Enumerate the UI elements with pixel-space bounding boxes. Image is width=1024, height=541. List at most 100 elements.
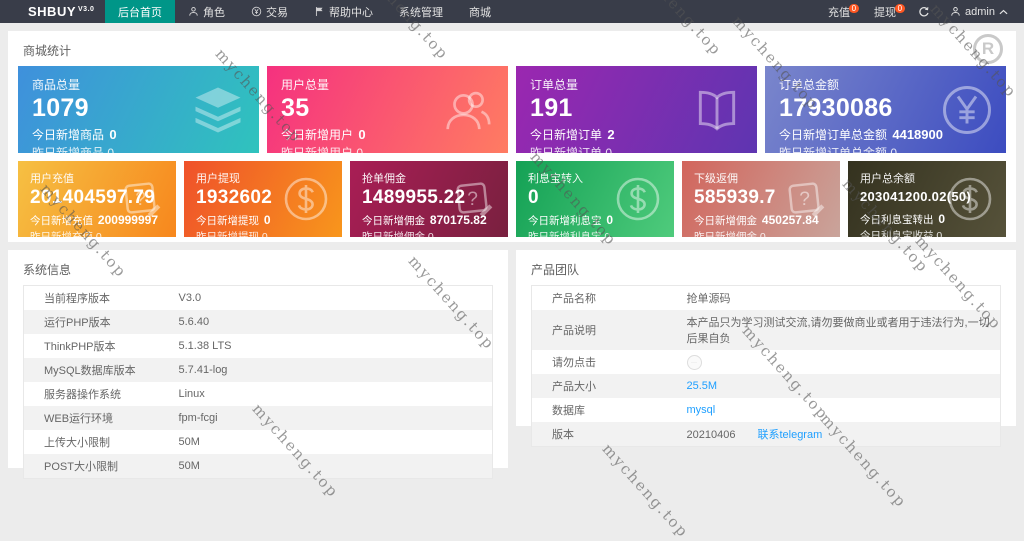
brand-logo[interactable]: SHBUY V3.0 xyxy=(0,0,105,23)
nav-label: 交易 xyxy=(266,6,288,19)
table-row: 请勿点击 ··· xyxy=(532,350,1001,374)
row-value: 50M xyxy=(178,436,200,448)
refresh-button[interactable] xyxy=(908,6,940,18)
row-label: 服务器操作系统 xyxy=(44,389,121,401)
product-team-panel: 产品团队 产品名称 抢单源码 产品说明 本产品只为学习测试交流,请勿要做商业或者用于… xyxy=(516,250,1016,447)
navbar-right: 充值 0 提现 0 admin xyxy=(816,0,1024,23)
row-value: fpm-fcgi xyxy=(178,412,218,424)
do-not-click-badge[interactable]: ··· xyxy=(686,354,702,370)
stat-line-yesterday: 昨日新增利息宝 0 xyxy=(528,230,611,237)
row-label: 版本 xyxy=(552,429,574,441)
yen-circle-icon xyxy=(943,85,991,134)
nav-item-roles[interactable]: 角色 xyxy=(175,0,238,23)
brand-text: SHBUY xyxy=(28,4,77,19)
big-stat-cards-row: 商品总量 1079 今日新增商品 0 昨日新增商品 0 用户总量 35 今日新增… xyxy=(18,66,1006,153)
table-row: 当前程序版本 V3.0 xyxy=(24,286,493,311)
row-label: 上传大小限制 xyxy=(44,437,110,449)
svg-text:?: ? xyxy=(467,189,478,210)
panel-title: 商城统计 xyxy=(23,44,72,58)
table-row: WEB运行环境 fpm-fcgi xyxy=(23,406,493,430)
small-stat-cards-row: 用户充值 201404597.79 今日新增充值 200999997 昨日新增充… xyxy=(18,161,1006,237)
stat-card-total-products: 商品总量 1079 今日新增商品 0 昨日新增商品 0 xyxy=(18,66,259,153)
edit-question-icon: ? xyxy=(456,182,493,218)
row-label: 产品大小 xyxy=(552,381,596,393)
user-icon xyxy=(189,7,198,16)
user-menu[interactable]: admin xyxy=(940,6,1024,18)
withdraw-badge: 0 xyxy=(894,3,906,13)
table-row: 上传大小限制 50M xyxy=(24,430,493,454)
nav-label: 商城 xyxy=(469,6,491,19)
layers-icon xyxy=(195,87,241,132)
withdraw-quick-button[interactable]: 提现 0 xyxy=(862,3,908,20)
stat-line-yesterday: 昨日新增佣金 0 xyxy=(362,230,434,237)
caret-up-icon xyxy=(999,9,1008,14)
mall-statistics-panel: 商城统计 R 商品总量 1079 今日新增商品 0 昨日新增商品 0 用户总量 … xyxy=(8,31,1016,242)
nav-item-help-center[interactable]: 帮助中心 xyxy=(301,0,386,23)
nav-label: 帮助中心 xyxy=(329,6,373,19)
nav-label: 系统管理 xyxy=(399,6,443,19)
row-label: 数据库 xyxy=(552,405,585,417)
username: admin xyxy=(965,5,995,18)
stat-card-subordinate-rebate: 下级返佣 585939.7 今日新增佣金 450257.84 昨日新增佣金 0 … xyxy=(682,161,840,237)
row-value: Linux xyxy=(178,388,205,400)
refresh-icon xyxy=(919,6,929,16)
stat-card-user-recharge: 用户充值 201404597.79 今日新增充值 200999997 昨日新增充… xyxy=(18,161,176,237)
row-value: 5.7.41-log xyxy=(178,364,228,376)
stat-line-yesterday: 昨日新增订单 0 xyxy=(530,144,743,153)
dollar-circle-icon xyxy=(948,177,992,221)
dollar-circle-icon xyxy=(284,177,328,221)
brand-version: V3.0 xyxy=(78,6,95,13)
stat-line-yesterday: 今日利息宝收益 0 xyxy=(860,229,943,237)
product-name-value: 抢单源码 xyxy=(686,293,731,305)
user-icon xyxy=(951,7,960,16)
row-label: WEB运行环境 xyxy=(44,413,114,425)
version-value: 20210406 xyxy=(686,429,736,441)
table-row: 产品名称 抢单源码 xyxy=(532,286,1001,311)
row-label: 产品名称 xyxy=(552,293,596,305)
nav-item-dashboard[interactable]: 后台首页 xyxy=(105,0,175,23)
svg-text:?: ? xyxy=(135,189,146,210)
table-row: POST大小限制 50M xyxy=(23,454,493,479)
row-label: 请勿点击 xyxy=(552,357,596,369)
row-label: 产品说明 xyxy=(552,325,596,337)
system-info-panel: 系统信息 当前程序版本 V3.0 运行PHP版本 5.6.40 ThinkPHP版本… xyxy=(8,250,508,479)
system-info-table: 当前程序版本 V3.0 运行PHP版本 5.6.40 ThinkPHP版本 5.1.3… xyxy=(23,285,493,479)
nav-label: 角色 xyxy=(203,6,225,19)
row-value: 5.6.40 xyxy=(178,316,210,328)
users-icon xyxy=(446,91,491,129)
stat-line-yesterday: 昨日新增佣金 0 xyxy=(694,230,766,237)
table-row: MySQL数据库版本 5.7.41-log xyxy=(23,358,493,382)
recharge-quick-button[interactable]: 充值 0 xyxy=(816,3,862,20)
table-row: 产品说明 本产品只为学习测试交流,请勿要做商业或者用于违法行为,一切后果自负 xyxy=(531,310,1001,350)
open-book-icon xyxy=(698,90,736,131)
table-row: 服务器操作系统 Linux xyxy=(24,382,493,406)
stat-card-interest-transfer-in: 利息宝转入 0 今日新增利息宝 0 昨日新增利息宝 0 xyxy=(516,161,674,237)
row-label: POST大小限制 xyxy=(44,461,118,473)
table-row: 版本 20210406 联系telegram xyxy=(531,422,1001,447)
row-label: MySQL数据库版本 xyxy=(44,365,136,377)
edit-question-icon: ? xyxy=(124,182,161,218)
stat-line-yesterday: 昨日新增用户 0 xyxy=(281,144,494,153)
panel-title: 系统信息 xyxy=(23,263,72,277)
registered-trademark-logo: R xyxy=(973,34,1003,64)
nav-item-mall[interactable]: 商城 xyxy=(456,0,504,23)
recharge-badge: 0 xyxy=(848,3,860,13)
nav-item-trade[interactable]: 交易 xyxy=(238,0,301,23)
yen-coin-icon xyxy=(251,6,262,17)
database-link[interactable]: mysql xyxy=(687,404,716,416)
row-label: 运行PHP版本 xyxy=(44,317,111,329)
stat-card-total-users: 用户总量 35 今日新增用户 0 昨日新增用户 0 xyxy=(267,66,508,153)
stat-card-order-commission: 抢单佣金 1489955.22 今日新增佣金 870175.82 昨日新增佣金 … xyxy=(350,161,508,237)
recharge-label: 充值 xyxy=(828,6,851,19)
telegram-contact-link[interactable]: 联系telegram xyxy=(757,429,822,441)
svg-text:?: ? xyxy=(799,189,810,210)
nav-label: 后台首页 xyxy=(118,6,162,19)
row-value: 50M xyxy=(178,460,200,472)
product-desc-value: 本产品只为学习测试交流,请勿要做商业或者用于违法行为,一切后果自负 xyxy=(686,317,990,345)
stat-line-yesterday: 昨日新增提现 0 xyxy=(196,230,268,237)
stat-line-yesterday: 昨日新增充值 0 xyxy=(30,230,102,237)
top-navbar: SHBUY V3.0 后台首页 角色 交易 帮助中心 系统管理 商城 充值 0 提现… xyxy=(0,0,1024,23)
product-size-link[interactable]: 25.5M xyxy=(687,380,718,392)
table-row: ThinkPHP版本 5.1.38 LTS xyxy=(24,334,493,358)
nav-item-system-admin[interactable]: 系统管理 xyxy=(386,0,456,23)
